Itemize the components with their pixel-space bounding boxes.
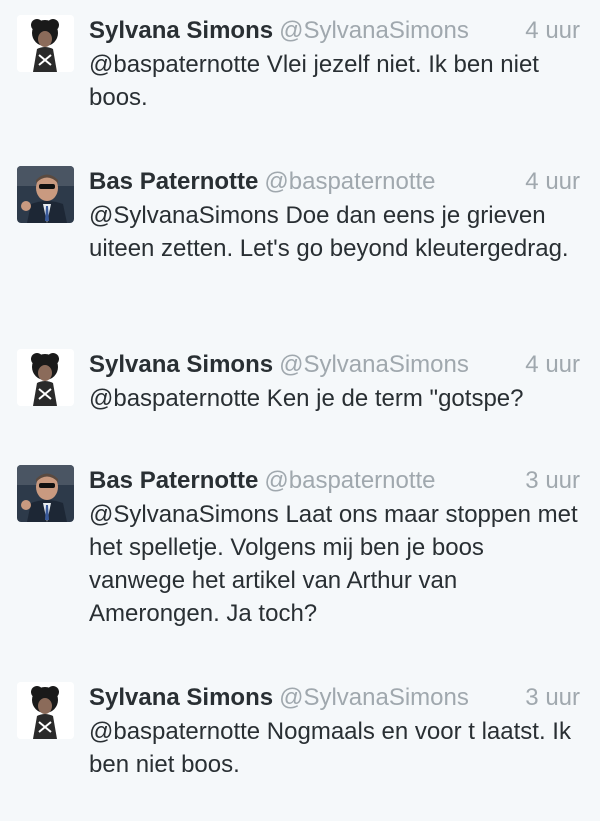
tweet[interactable]: Sylvana Simons @SylvanaSimons 4 uur @basp… bbox=[0, 349, 600, 429]
avatar-bas-icon[interactable] bbox=[17, 465, 74, 522]
author-handle[interactable]: @SylvanaSimons bbox=[279, 684, 469, 711]
tweet-time[interactable]: 3 uur bbox=[525, 465, 580, 497]
tweet-header: Bas Paternotte @baspaternotte 3 uur bbox=[89, 465, 584, 497]
author-handle[interactable]: @SylvanaSimons bbox=[279, 17, 469, 44]
tweet-time[interactable]: 3 uur bbox=[525, 682, 580, 714]
tweet-text: @SylvanaSimons Laat ons maar stoppen met… bbox=[89, 501, 578, 627]
tweet[interactable]: Bas Paternotte @baspaternotte 3 uur @Sylv… bbox=[0, 465, 600, 635]
avatar-sylvana-icon[interactable] bbox=[17, 349, 74, 406]
tweet-text: @baspaternotte Ken je de term "gotspe? bbox=[89, 385, 524, 412]
tweet-time[interactable]: 4 uur bbox=[525, 349, 580, 381]
avatar-sylvana-icon[interactable] bbox=[17, 682, 74, 739]
tweet[interactable]: Bas Paternotte @baspaternotte 4 uur @Sylv… bbox=[0, 166, 600, 306]
avatar-sylvana-icon[interactable] bbox=[17, 15, 74, 72]
tweet-time[interactable]: 4 uur bbox=[525, 15, 580, 47]
avatar-bas-icon[interactable] bbox=[17, 166, 74, 223]
author-name[interactable]: Bas Paternotte bbox=[89, 168, 258, 195]
tweet[interactable]: Sylvana Simons @SylvanaSimons 3 uur @basp… bbox=[0, 682, 600, 792]
author-name[interactable]: Sylvana Simons bbox=[89, 17, 273, 44]
tweet-header: Sylvana Simons @SylvanaSimons 4 uur bbox=[89, 15, 584, 47]
tweet-text: @SylvanaSimons Doe dan eens je grieven u… bbox=[89, 202, 569, 262]
author-handle[interactable]: @SylvanaSimons bbox=[279, 351, 469, 378]
tweet[interactable]: Sylvana Simons @SylvanaSimons 4 uur @basp… bbox=[0, 15, 600, 135]
author-name[interactable]: Sylvana Simons bbox=[89, 684, 273, 711]
tweet-header: Sylvana Simons @SylvanaSimons 4 uur bbox=[89, 349, 584, 381]
tweet-header: Bas Paternotte @baspaternotte 4 uur bbox=[89, 166, 584, 198]
author-name[interactable]: Bas Paternotte bbox=[89, 467, 258, 494]
tweet-timeline: Sylvana Simons @SylvanaSimons 4 uur @basp… bbox=[0, 0, 600, 821]
author-name[interactable]: Sylvana Simons bbox=[89, 351, 273, 378]
tweet-text: @baspaternotte Nogmaals en voor t laatst… bbox=[89, 718, 571, 778]
tweet-text: @baspaternotte Vlei jezelf niet. Ik ben … bbox=[89, 51, 539, 111]
tweet-header: Sylvana Simons @SylvanaSimons 3 uur bbox=[89, 682, 584, 714]
author-handle[interactable]: @baspaternotte bbox=[264, 168, 435, 195]
author-handle[interactable]: @baspaternotte bbox=[264, 467, 435, 494]
tweet-time[interactable]: 4 uur bbox=[525, 166, 580, 198]
